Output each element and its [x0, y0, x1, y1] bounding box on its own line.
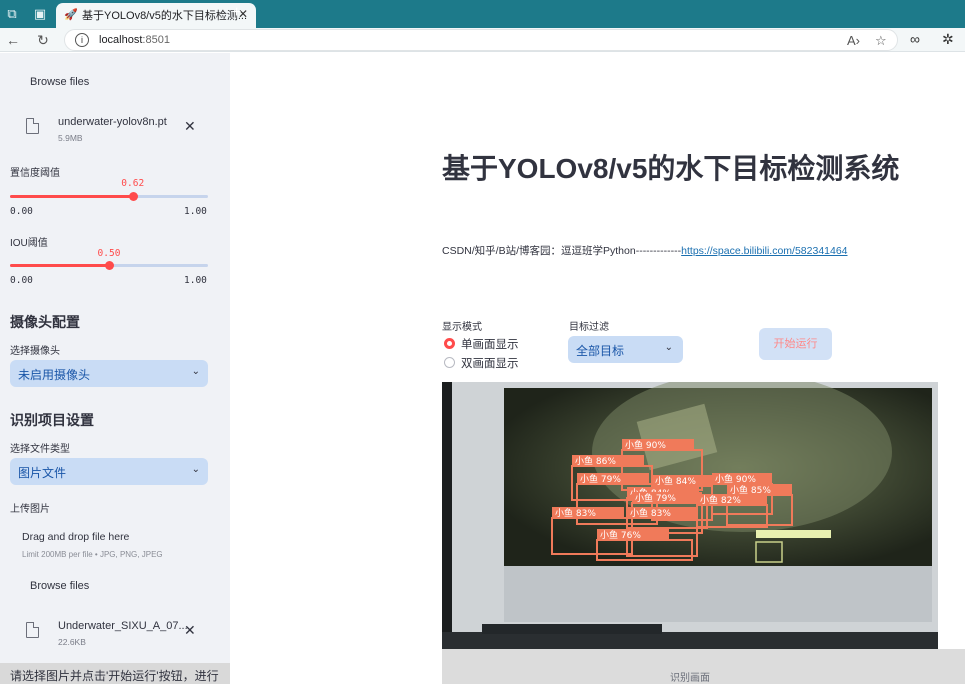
favorite-star-icon[interactable]: ☆ — [875, 33, 887, 49]
iou-min: 0.00 — [10, 275, 33, 286]
radio-unselected-icon — [444, 357, 455, 368]
target-filter-select[interactable]: 全部目标 ⌄ — [568, 336, 683, 363]
iou-label: IOU阈值 — [10, 238, 48, 249]
workspaces-icon[interactable]: ⧉ — [4, 6, 20, 22]
detection-label: 小鱼 76% — [600, 529, 641, 541]
display-mode-label: 显示模式 — [442, 322, 482, 333]
extension-infinity-icon[interactable]: ∞ — [910, 31, 920, 47]
file-type-select[interactable]: 图片文件 ⌄ — [10, 458, 208, 485]
url-host: localhost — [99, 34, 143, 46]
tab-title: 基于YOLOv8/v5的水下目标检测... — [82, 10, 248, 22]
model-file-name: underwater-yolov8n.pt — [58, 116, 167, 128]
author-prefix: CSDN/知乎/B站/博客园：逗逗班学Python------------- — [442, 245, 682, 257]
copilot-icon[interactable]: ✲ — [942, 31, 954, 48]
radio-dual-view[interactable]: 双画面显示 — [444, 355, 519, 371]
file-type-value: 图片文件 — [18, 466, 67, 480]
reload-icon[interactable]: ↻ — [34, 31, 52, 49]
url-port: :8501 — [142, 34, 170, 46]
back-icon[interactable]: ← — [4, 31, 22, 49]
detection-label: 小鱼 83% — [555, 507, 596, 519]
chevron-down-icon: ⌄ — [191, 366, 200, 377]
detection-label: 小鱼 86% — [575, 455, 616, 467]
camera-select[interactable]: 未启用摄像头 ⌄ — [10, 360, 208, 387]
iou-max: 1.00 — [184, 275, 207, 286]
site-info-icon[interactable]: i — [75, 33, 89, 47]
radio-selected-icon — [444, 338, 455, 349]
dropzone-title[interactable]: Drag and drop file here — [22, 531, 129, 543]
confidence-label: 置信度阈值 — [10, 168, 60, 179]
new-tab-icon[interactable]: + — [232, 4, 241, 22]
detection-label: 小鱼 79% — [580, 473, 621, 485]
confidence-slider-fill — [10, 195, 133, 198]
detection-label: 小鱼 82% — [700, 494, 741, 506]
detection-label: 小鱼 83% — [630, 507, 671, 519]
streamlit-favicon-icon: 🚀 — [64, 9, 78, 21]
address-bar[interactable]: i localhost:8501 A› ☆ — [64, 29, 898, 51]
remove-model-file-icon[interactable]: ✕ — [184, 118, 196, 135]
browser-tab[interactable]: 🚀 基于YOLOv8/v5的水下目标检测... ✕ — [56, 3, 256, 28]
upload-image-label: 上传图片 — [10, 504, 50, 515]
confidence-value: 0.62 — [121, 178, 145, 189]
image-file-size: 22.6KB — [58, 637, 86, 647]
detection-image: 小鱼 90%小鱼 86%小鱼 79%小鱼 84%小鱼 90%小鱼 84%小鱼 8… — [442, 382, 938, 660]
detection-label: 小鱼 79% — [635, 492, 676, 504]
browse-files-button-image[interactable]: Browse files — [30, 580, 89, 592]
detect-section-title: 识别项目设置 — [10, 412, 94, 428]
iou-slider[interactable] — [10, 261, 208, 270]
confidence-min: 0.00 — [10, 206, 33, 217]
bilibili-link[interactable]: https://space.bilibili.com/582341464 — [681, 245, 847, 257]
page-title: 基于YOLOv8/v5的水下目标检测系统 — [442, 153, 900, 184]
detection-label: 小鱼 90% — [715, 473, 756, 485]
uploaded-model-file: underwater-yolov8n.pt 5.9MB ✕ — [26, 116, 216, 150]
start-run-button[interactable]: 开始运行 — [759, 328, 832, 360]
browser-toolbar: ← ↻ i localhost:8501 A› ☆ ∞ ✲ — [0, 28, 965, 52]
sidebar: Browse files underwater-yolov8n.pt 5.9MB… — [0, 53, 230, 684]
detection-label: 小鱼 90% — [625, 439, 666, 451]
confidence-slider-thumb[interactable] — [128, 192, 138, 201]
camera-section-title: 摄像头配置 — [10, 314, 80, 330]
detection-label-partial — [756, 530, 831, 538]
detection-scene: 小鱼 90%小鱼 86%小鱼 79%小鱼 84%小鱼 90%小鱼 84%小鱼 8… — [442, 382, 938, 660]
iou-value: 0.50 — [97, 248, 121, 259]
main-content: 基于YOLOv8/v5的水下目标检测系统 CSDN/知乎/B站/博客园：逗逗班学… — [230, 53, 965, 684]
camera-select-label: 选择摄像头 — [10, 346, 60, 357]
iou-slider-thumb[interactable] — [105, 261, 114, 270]
status-message: 请选择图片并点击'开始运行'按钮，进行 — [0, 663, 230, 684]
target-filter-value: 全部目标 — [576, 344, 625, 358]
camera-select-value: 未启用摄像头 — [18, 368, 91, 382]
target-filter-label: 目标过滤 — [569, 322, 609, 333]
image-file-name: Underwater_SIXU_A_07... — [58, 620, 188, 632]
image-caption: 识别画面 — [670, 673, 710, 684]
browser-tab-bar: ⧉ ▣ 🚀 基于YOLOv8/v5的水下目标检测... ✕ + — [0, 0, 965, 28]
dropzone-limits: Limit 200MB per file • JPG, PNG, JPEG — [22, 550, 163, 559]
browse-files-button-model[interactable]: Browse files — [30, 76, 89, 88]
confidence-max: 1.00 — [184, 206, 207, 217]
uploaded-image-file: Underwater_SIXU_A_07... 22.6KB ✕ — [26, 620, 216, 654]
read-aloud-icon[interactable]: A› — [847, 33, 860, 48]
radio-single-view[interactable]: 单画面显示 — [444, 336, 519, 352]
model-file-size: 5.9MB — [58, 133, 83, 143]
remove-image-file-icon[interactable]: ✕ — [184, 622, 196, 639]
chevron-down-icon: ⌄ — [664, 342, 673, 353]
author-line: CSDN/知乎/B站/博客园：逗逗班学Python-------------ht… — [442, 243, 848, 258]
file-icon — [26, 622, 39, 638]
tab-actions-icon[interactable]: ▣ — [32, 6, 48, 22]
iou-slider-fill — [10, 264, 109, 267]
chevron-down-icon: ⌄ — [191, 464, 200, 475]
file-icon — [26, 118, 39, 134]
url-text: localhost:8501 — [99, 34, 170, 46]
file-type-label: 选择文件类型 — [10, 444, 70, 455]
radio-single-label: 单画面显示 — [461, 339, 519, 351]
detection-label: 小鱼 84% — [655, 475, 696, 487]
confidence-slider[interactable] — [10, 192, 208, 201]
radio-dual-label: 双画面显示 — [461, 358, 519, 370]
